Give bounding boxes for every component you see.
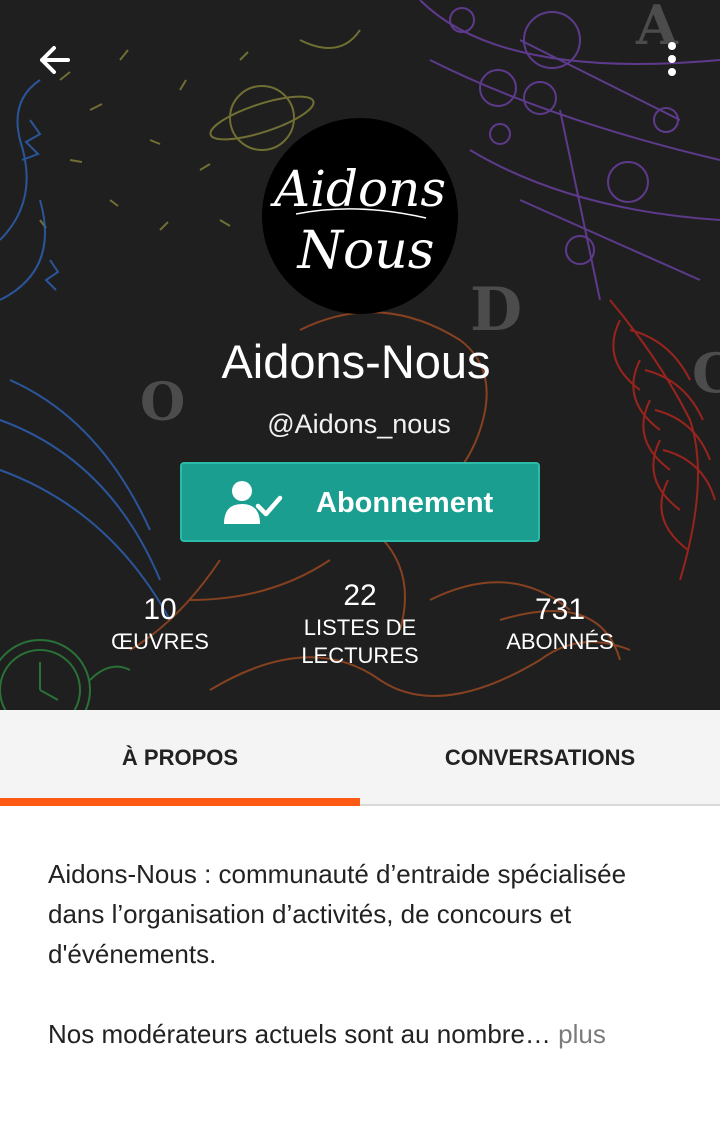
about-truncated-text: Nos modérateurs actuels sont au nombre… [48,1019,551,1049]
user-check-icon [224,481,283,524]
stat-reading-lists-label: LISTES DE LECTURES [301,615,419,668]
profile-tabs: À PROPOS CONVERSATIONS [0,710,720,806]
svg-text:Nous: Nous [296,221,435,281]
profile-handle: @Aidons_nous [267,409,451,439]
about-paragraph-truncated: Nos modérateurs actuels sont au nombre… … [48,1014,678,1054]
profile-header: O D C A Aidons Nous Aidons-Nous @Aidons_… [0,0,720,710]
follow-button-label: Abonnement [316,487,494,519]
stat-followers-value: 731 [534,593,586,626]
profile-name: Aidons-Nous [221,335,491,388]
follow-button[interactable]: Abonnement [180,462,540,542]
arrow-left-icon [40,46,70,74]
stat-works-value: 10 [143,593,177,626]
tab-conversations[interactable]: CONVERSATIONS [360,710,720,806]
overflow-menu-button[interactable] [650,36,694,84]
back-button[interactable] [30,36,82,84]
about-section: Aidons-Nous : communauté d’entraide spéc… [48,854,678,1094]
profile-avatar[interactable]: Aidons Nous [262,118,458,314]
stat-followers[interactable]: 731 ABONNÉS [490,592,630,656]
active-tab-indicator [0,798,360,806]
aidons-nous-logo: Aidons Nous [270,160,446,281]
read-more-link[interactable]: plus [558,1019,606,1049]
stat-works-label: ŒUVRES [111,629,209,654]
stat-works[interactable]: 10 ŒUVRES [90,592,230,656]
stat-reading-lists[interactable]: 22 LISTES DE LECTURES [270,578,450,670]
tab-about[interactable]: À PROPOS [0,710,360,806]
more-vertical-icon [668,42,676,76]
stat-followers-label: ABONNÉS [506,629,614,654]
stat-reading-lists-value: 22 [343,579,377,612]
about-paragraph: Aidons-Nous : communauté d’entraide spéc… [48,859,627,969]
